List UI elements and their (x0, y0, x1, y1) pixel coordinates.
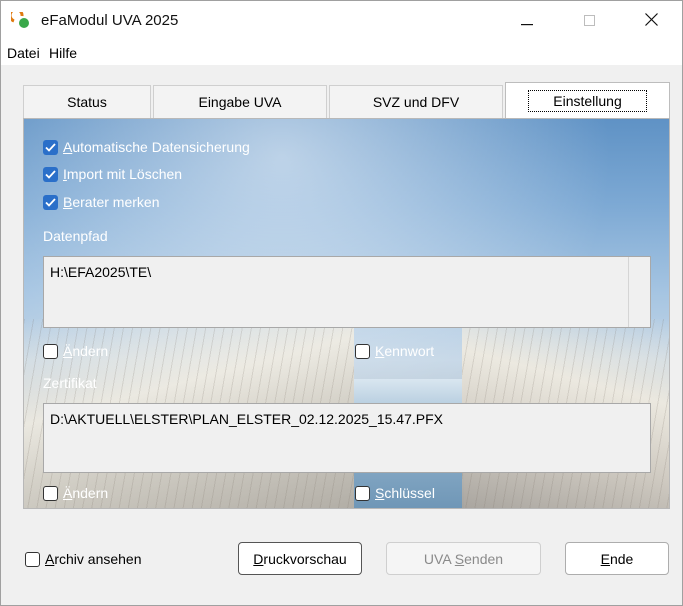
checkbox-label: Berater merken (63, 194, 160, 210)
button-label: Ende (600, 550, 634, 567)
window-title: eFaModul UVA 2025 (41, 12, 179, 29)
checkbox-label: Automatische Datensicherung (63, 139, 250, 155)
checkbox-checked-icon (43, 194, 58, 210)
checkbox-schluessel[interactable]: Schlüssel (355, 485, 435, 501)
maximize-button[interactable] (566, 1, 612, 41)
datenpfad-field[interactable]: H:\EFA2025\TE\ (43, 256, 651, 328)
app-window: eFaModul UVA 2025 Datei Hilfe Status Ein… (0, 0, 683, 606)
checkbox-import-mit-loeschen[interactable]: Import mit Löschen (43, 166, 182, 182)
tab-status[interactable]: Status (23, 85, 151, 118)
app-logo-icon (8, 7, 31, 30)
checkbox-label: Ändern (63, 343, 109, 359)
checkbox-checked-icon (43, 139, 58, 155)
uva-senden-button[interactable]: UVA Senden (386, 542, 541, 575)
ende-button[interactable]: Ende (565, 542, 669, 575)
checkbox-zertifikat-aendern[interactable]: Ändern (43, 485, 108, 501)
menu-hilfe[interactable]: Hilfe (49, 45, 77, 61)
checkbox-label: Archiv ansehen (45, 551, 142, 567)
datenpfad-value: H:\EFA2025\TE\ (50, 264, 152, 280)
tab-label: Einstellung (528, 90, 647, 112)
minimize-icon (521, 14, 533, 29)
checkbox-unchecked-icon (355, 485, 370, 501)
checkbox-archiv-ansehen[interactable]: Archiv ansehen (25, 551, 142, 567)
zertifikat-value: D:\AKTUELL\ELSTER\PLAN_ELSTER_02.12.2025… (50, 411, 443, 427)
checkbox-unchecked-icon (25, 551, 40, 567)
checkbox-berater-merken[interactable]: Berater merken (43, 194, 160, 210)
checkbox-unchecked-icon (355, 343, 370, 359)
tab-einstellung[interactable]: Einstellung (505, 82, 670, 119)
close-icon (644, 13, 658, 29)
tab-svz-und-dfv[interactable]: SVZ und DFV (329, 85, 503, 118)
datenpfad-scrollbar[interactable] (628, 257, 650, 327)
tab-label: SVZ und DFV (372, 94, 460, 110)
checkbox-unchecked-icon (43, 485, 58, 501)
tab-eingabe-uva[interactable]: Eingabe UVA (153, 85, 327, 118)
menu-datei[interactable]: Datei (7, 45, 40, 61)
tab-label: Status (67, 94, 107, 110)
checkbox-label: Kennwort (375, 343, 435, 359)
title-bar[interactable]: eFaModul UVA 2025 (1, 1, 682, 41)
tab-label: Eingabe UVA (198, 94, 282, 110)
checkbox-label: Schlüssel (375, 485, 435, 501)
menu-bar: Datei Hilfe (1, 41, 682, 65)
close-button[interactable] (628, 1, 674, 41)
button-label: UVA Senden (423, 550, 504, 567)
checkbox-checked-icon (43, 166, 58, 182)
checkbox-kennwort[interactable]: Kennwort (355, 343, 434, 359)
maximize-icon (583, 14, 595, 29)
button-label: Druckvorschau (253, 550, 347, 567)
checkbox-label: Ändern (63, 485, 109, 501)
checkbox-automatische-datensicherung[interactable]: Automatische Datensicherung (43, 139, 250, 155)
checkbox-unchecked-icon (43, 343, 58, 359)
zertifikat-field[interactable]: D:\AKTUELL\ELSTER\PLAN_ELSTER_02.12.2025… (43, 403, 651, 473)
checkbox-label: Import mit Löschen (63, 166, 183, 182)
datenpfad-label: Datenpfad (43, 228, 108, 244)
druckvorschau-button[interactable]: Druckvorschau (238, 542, 362, 575)
zertifikat-label: Zertifikat (43, 375, 97, 391)
minimize-button[interactable] (504, 1, 550, 41)
checkbox-datenpfad-aendern[interactable]: Ändern (43, 343, 108, 359)
